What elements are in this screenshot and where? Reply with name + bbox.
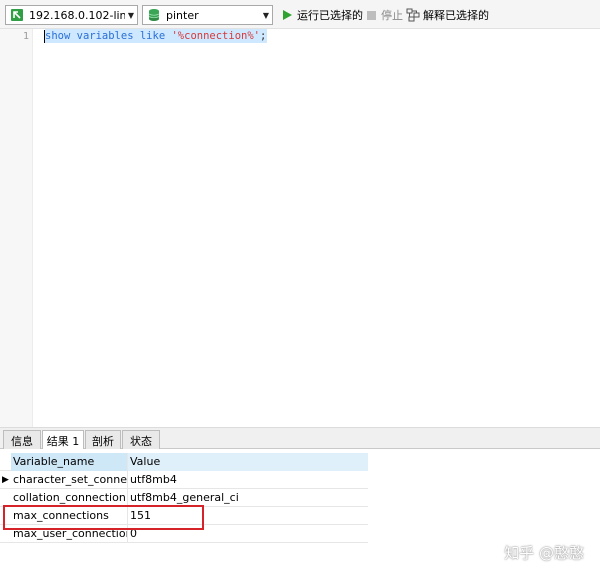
column-header-variable-name[interactable]: Variable_name [11, 453, 128, 471]
stop-button[interactable]: 停止 [364, 6, 403, 24]
tab-info[interactable]: 信息 [3, 430, 41, 450]
connection-select[interactable]: 192.168.0.102-linux ▼ [5, 5, 138, 25]
tab-result-1[interactable]: 结果 1 [42, 430, 84, 451]
cell-variable-name[interactable]: character_set_connection [11, 471, 128, 489]
keyword-variables: variables [76, 30, 134, 42]
keyword-show: show [45, 30, 71, 42]
like-pattern-string: '%connection%' [171, 30, 260, 42]
run-selected-button[interactable]: 运行已选择的 [280, 6, 363, 24]
keyword-like: like [139, 30, 166, 42]
explain-icon [406, 8, 420, 22]
mysql-connection-icon [9, 7, 25, 23]
database-icon [146, 7, 162, 23]
result-tabs: 信息 结果 1 剖析 状态 [0, 427, 600, 451]
stop-icon [364, 8, 378, 22]
tab-profile[interactable]: 剖析 [85, 430, 121, 450]
explain-selected-label: 解释已选择的 [423, 9, 489, 22]
grid-header-row: Variable_name Value [0, 453, 368, 471]
connection-value: 192.168.0.102-linux [29, 8, 125, 22]
database-select[interactable]: pinter ▼ [142, 5, 273, 25]
table-row[interactable]: ▶ character_set_connection utf8mb4 [0, 471, 368, 489]
stop-label: 停止 [381, 9, 403, 22]
line-gutter: 1 [0, 29, 33, 427]
chevron-down-icon[interactable]: ▼ [260, 6, 272, 24]
row-pointer-icon: ▶ [2, 475, 9, 485]
line-number: 1 [22, 31, 29, 42]
run-selected-label: 运行已选择的 [297, 9, 363, 22]
tab-status[interactable]: 状态 [122, 430, 160, 450]
sql-editor[interactable]: 1 show variables like '%connection%'; [0, 29, 600, 427]
database-value: pinter [166, 8, 199, 22]
cell-value[interactable]: utf8mb4 [128, 471, 368, 489]
play-icon [280, 8, 294, 22]
explain-selected-button[interactable]: 解释已选择的 [406, 6, 489, 24]
watermark: 知乎 @憨憨 [504, 544, 584, 562]
column-header-value[interactable]: Value [128, 453, 368, 471]
chevron-down-icon[interactable]: ▼ [125, 6, 137, 24]
max-connections-highlight [3, 505, 204, 530]
sql-statement[interactable]: show variables like '%connection%'; [45, 29, 268, 43]
statement-terminator: ; [260, 30, 267, 42]
query-toolbar: 192.168.0.102-linux ▼ pinter ▼ 运行已选择的 停止… [0, 0, 600, 29]
